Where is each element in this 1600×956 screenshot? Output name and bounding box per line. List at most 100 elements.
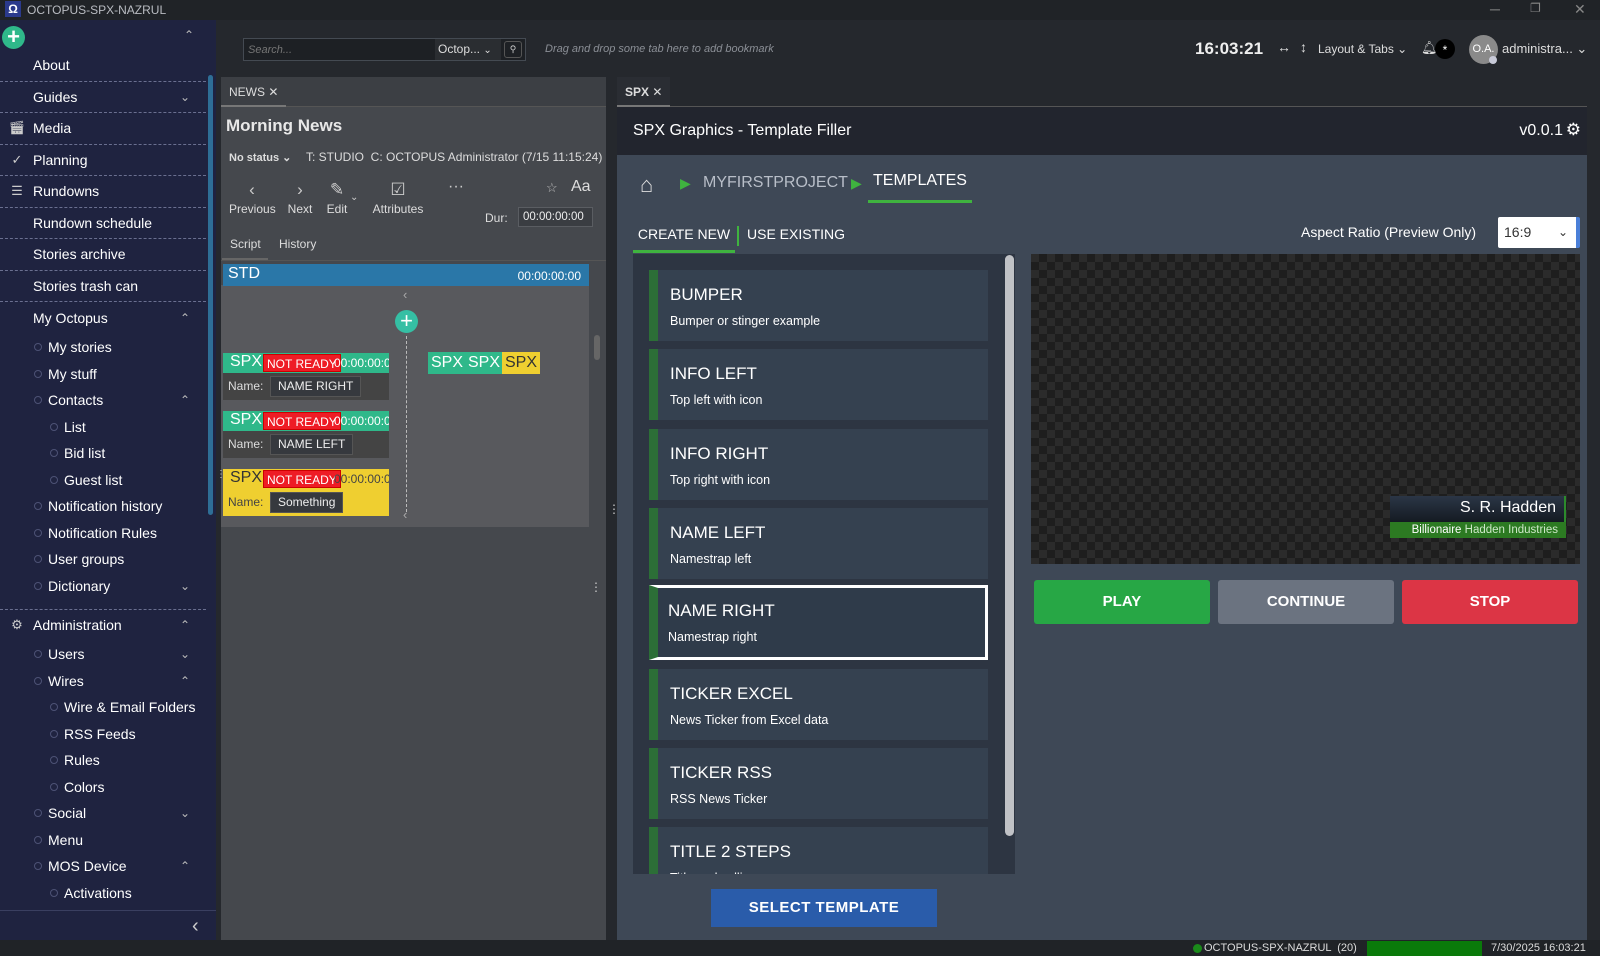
chevron-up-icon[interactable]: ⌃: [180, 311, 190, 325]
template-card-name-right[interactable]: NAME RIGHT Namestrap right: [649, 585, 988, 661]
chevron-up-icon[interactable]: ⌃: [180, 674, 190, 688]
sidebar-item-list[interactable]: List: [0, 414, 206, 441]
chevron-left-icon[interactable]: ‹: [403, 287, 407, 302]
template-card-info-left[interactable]: INFO LEFT Top left with icon: [649, 349, 988, 421]
spx-chip[interactable]: SPX: [465, 352, 504, 374]
spx-element-header[interactable]: SPX NOT READY 00:00:00:00: [223, 469, 389, 489]
name-field[interactable]: NAME LEFT: [270, 434, 354, 455]
sidebar-item-bid-list[interactable]: Bid list: [0, 440, 206, 467]
notification-badge[interactable]: *: [1435, 39, 1455, 59]
sidebar-item-user-groups[interactable]: User groups: [0, 546, 206, 573]
sidebar-item-about[interactable]: About: [0, 50, 206, 82]
sidebar-scrollbar[interactable]: [208, 75, 213, 515]
sidebar-item-dictionary[interactable]: Dictionary ⌄: [0, 573, 206, 600]
edit-button[interactable]: ✎ Edit: [322, 180, 352, 216]
tab-news[interactable]: NEWS ✕: [221, 77, 287, 107]
sidebar-item-my-stuff[interactable]: My stuff: [0, 361, 206, 388]
more-icon[interactable]: ···: [448, 178, 464, 196]
name-field[interactable]: Something: [270, 492, 344, 513]
sidebar-item-stories-trash-can[interactable]: Stories trash can: [0, 271, 206, 302]
std-bar[interactable]: STD 00:00:00:00: [223, 264, 589, 286]
aspect-ratio-select[interactable]: 16:9 ⌄: [1498, 217, 1580, 248]
spx-chip[interactable]: SPX: [502, 352, 541, 374]
restore-icon[interactable]: ❐: [1530, 1, 1541, 15]
close-tab-icon[interactable]: ✕: [652, 85, 662, 99]
sidebar-item-planning[interactable]: ✓ Planning: [0, 145, 206, 176]
search-icon[interactable]: ⚲: [504, 41, 522, 58]
template-card-name-left[interactable]: NAME LEFT Namestrap left: [649, 507, 988, 579]
status-dropdown[interactable]: No status ⌄: [229, 151, 291, 164]
template-card-info-right[interactable]: INFO RIGHT Top right with icon: [649, 428, 988, 500]
breadcrumb-project[interactable]: MYFIRSTPROJECT: [703, 174, 848, 192]
sidebar-item-notification-rules[interactable]: Notification Rules: [0, 520, 206, 547]
stop-button[interactable]: STOP: [1402, 580, 1578, 624]
sidebar-item-social[interactable]: Social ⌄: [0, 800, 206, 827]
collapse-sidebar-icon[interactable]: ‹: [192, 915, 199, 938]
tab-spx[interactable]: SPX ✕: [617, 77, 671, 107]
drag-handle-icon[interactable]: ⋮: [216, 470, 226, 480]
sidebar-item-rundown-schedule[interactable]: Rundown schedule: [0, 208, 206, 239]
panel-menu-icon[interactable]: ⋮: [590, 580, 602, 594]
template-card-title-2-steps[interactable]: TITLE 2 STEPS Title and collin...: [649, 827, 988, 874]
collapse-all-icon[interactable]: ⌃: [184, 28, 194, 42]
duration-input[interactable]: 00:00:00:00: [518, 207, 593, 227]
template-card-ticker-excel[interactable]: TICKER EXCEL News Ticker from Excel data: [649, 668, 988, 740]
sidebar-item-notification-history[interactable]: Notification history: [0, 493, 206, 520]
layout-tabs-menu[interactable]: Layout & Tabs ⌄: [1318, 42, 1407, 56]
add-element-icon[interactable]: +: [395, 310, 418, 333]
previous-button[interactable]: ‹ Previous: [229, 180, 276, 216]
sidebar-item-menu[interactable]: Menu: [0, 827, 206, 854]
search-scope-select[interactable]: Octop... ⌄: [435, 39, 501, 60]
edit-dropdown-icon[interactable]: ⌄: [350, 192, 358, 203]
continue-button[interactable]: CONTINUE: [1218, 580, 1394, 624]
spx-chip[interactable]: SPX: [428, 352, 467, 374]
breadcrumb-templates[interactable]: TEMPLATES: [868, 172, 972, 203]
chevron-up-icon[interactable]: ⌃: [180, 859, 190, 873]
name-field[interactable]: NAME RIGHT: [270, 376, 362, 397]
sidebar-item-media[interactable]: 🎬︎ Media: [0, 113, 206, 145]
chevron-up-icon[interactable]: ⌃: [180, 618, 190, 632]
tab-create-new[interactable]: CREATE NEW: [633, 226, 735, 253]
sidebar-item-activations[interactable]: Activations: [0, 880, 206, 907]
sidebar-item-stories-archive[interactable]: Stories archive: [0, 239, 206, 271]
chevron-up-icon[interactable]: ⌃: [180, 393, 190, 407]
sidebar-item-my-octopus[interactable]: My Octopus ⌃: [0, 302, 206, 334]
font-size-button[interactable]: Aa: [571, 178, 591, 196]
vertical-split-icon[interactable]: ↕: [1300, 39, 1307, 55]
play-button[interactable]: PLAY: [1034, 580, 1210, 624]
gear-icon[interactable]: ⚙: [1566, 120, 1581, 140]
template-list-scrollbar[interactable]: [1005, 255, 1014, 836]
sidebar-item-mos-device[interactable]: MOS Device ⌃: [0, 853, 206, 880]
tab-script[interactable]: Script: [222, 237, 268, 260]
chevron-left-icon[interactable]: ‹: [403, 507, 407, 522]
next-button[interactable]: › Next: [285, 180, 315, 216]
sidebar-item-rundowns[interactable]: ☰ Rundowns: [0, 176, 206, 208]
search-input[interactable]: [248, 41, 433, 58]
spx-element-header[interactable]: SPX NOT READY 00:00:00:00: [223, 353, 389, 373]
chevron-down-icon[interactable]: ⌄: [180, 806, 190, 820]
home-icon[interactable]: ⌂: [640, 172, 653, 198]
template-card-bumper[interactable]: BUMPER Bumper or stinger example: [649, 270, 988, 341]
sidebar-item-guides[interactable]: Guides ⌄: [0, 82, 206, 113]
sidebar-item-rss-feeds[interactable]: RSS Feeds: [0, 721, 206, 748]
sidebar-item-rules[interactable]: Rules: [0, 747, 206, 774]
add-icon[interactable]: +: [2, 26, 25, 49]
sidebar-item-administration[interactable]: ⚙ Administration ⌃: [0, 609, 206, 641]
select-template-button[interactable]: SELECT TEMPLATE: [711, 889, 937, 927]
sidebar-item-colors[interactable]: Colors: [0, 774, 206, 801]
chevron-down-icon[interactable]: ⌄: [180, 647, 190, 661]
horizontal-split-icon[interactable]: ↔: [1277, 39, 1291, 55]
sidebar-item-users[interactable]: Users ⌄: [0, 641, 206, 668]
close-tab-icon[interactable]: ✕: [268, 85, 278, 99]
template-card-ticker-rss[interactable]: TICKER RSS RSS News Ticker: [649, 747, 988, 819]
spx-element-header[interactable]: SPX NOT READY 00:00:00:00: [223, 411, 389, 431]
sidebar-item-wire-email-folders[interactable]: Wire & Email Folders: [0, 694, 206, 721]
chevron-down-icon[interactable]: ⌄: [180, 90, 190, 104]
user-menu[interactable]: administra... ⌄: [1502, 41, 1587, 57]
sidebar-item-contacts[interactable]: Contacts ⌃: [0, 387, 206, 414]
script-scrollbar[interactable]: [594, 335, 600, 360]
sidebar-item-wires[interactable]: Wires ⌃: [0, 668, 206, 695]
attributes-button[interactable]: ☑ Attributes: [370, 180, 426, 216]
tab-use-existing[interactable]: USE EXISTING: [747, 226, 845, 242]
sidebar-item-my-stories[interactable]: My stories: [0, 334, 206, 361]
